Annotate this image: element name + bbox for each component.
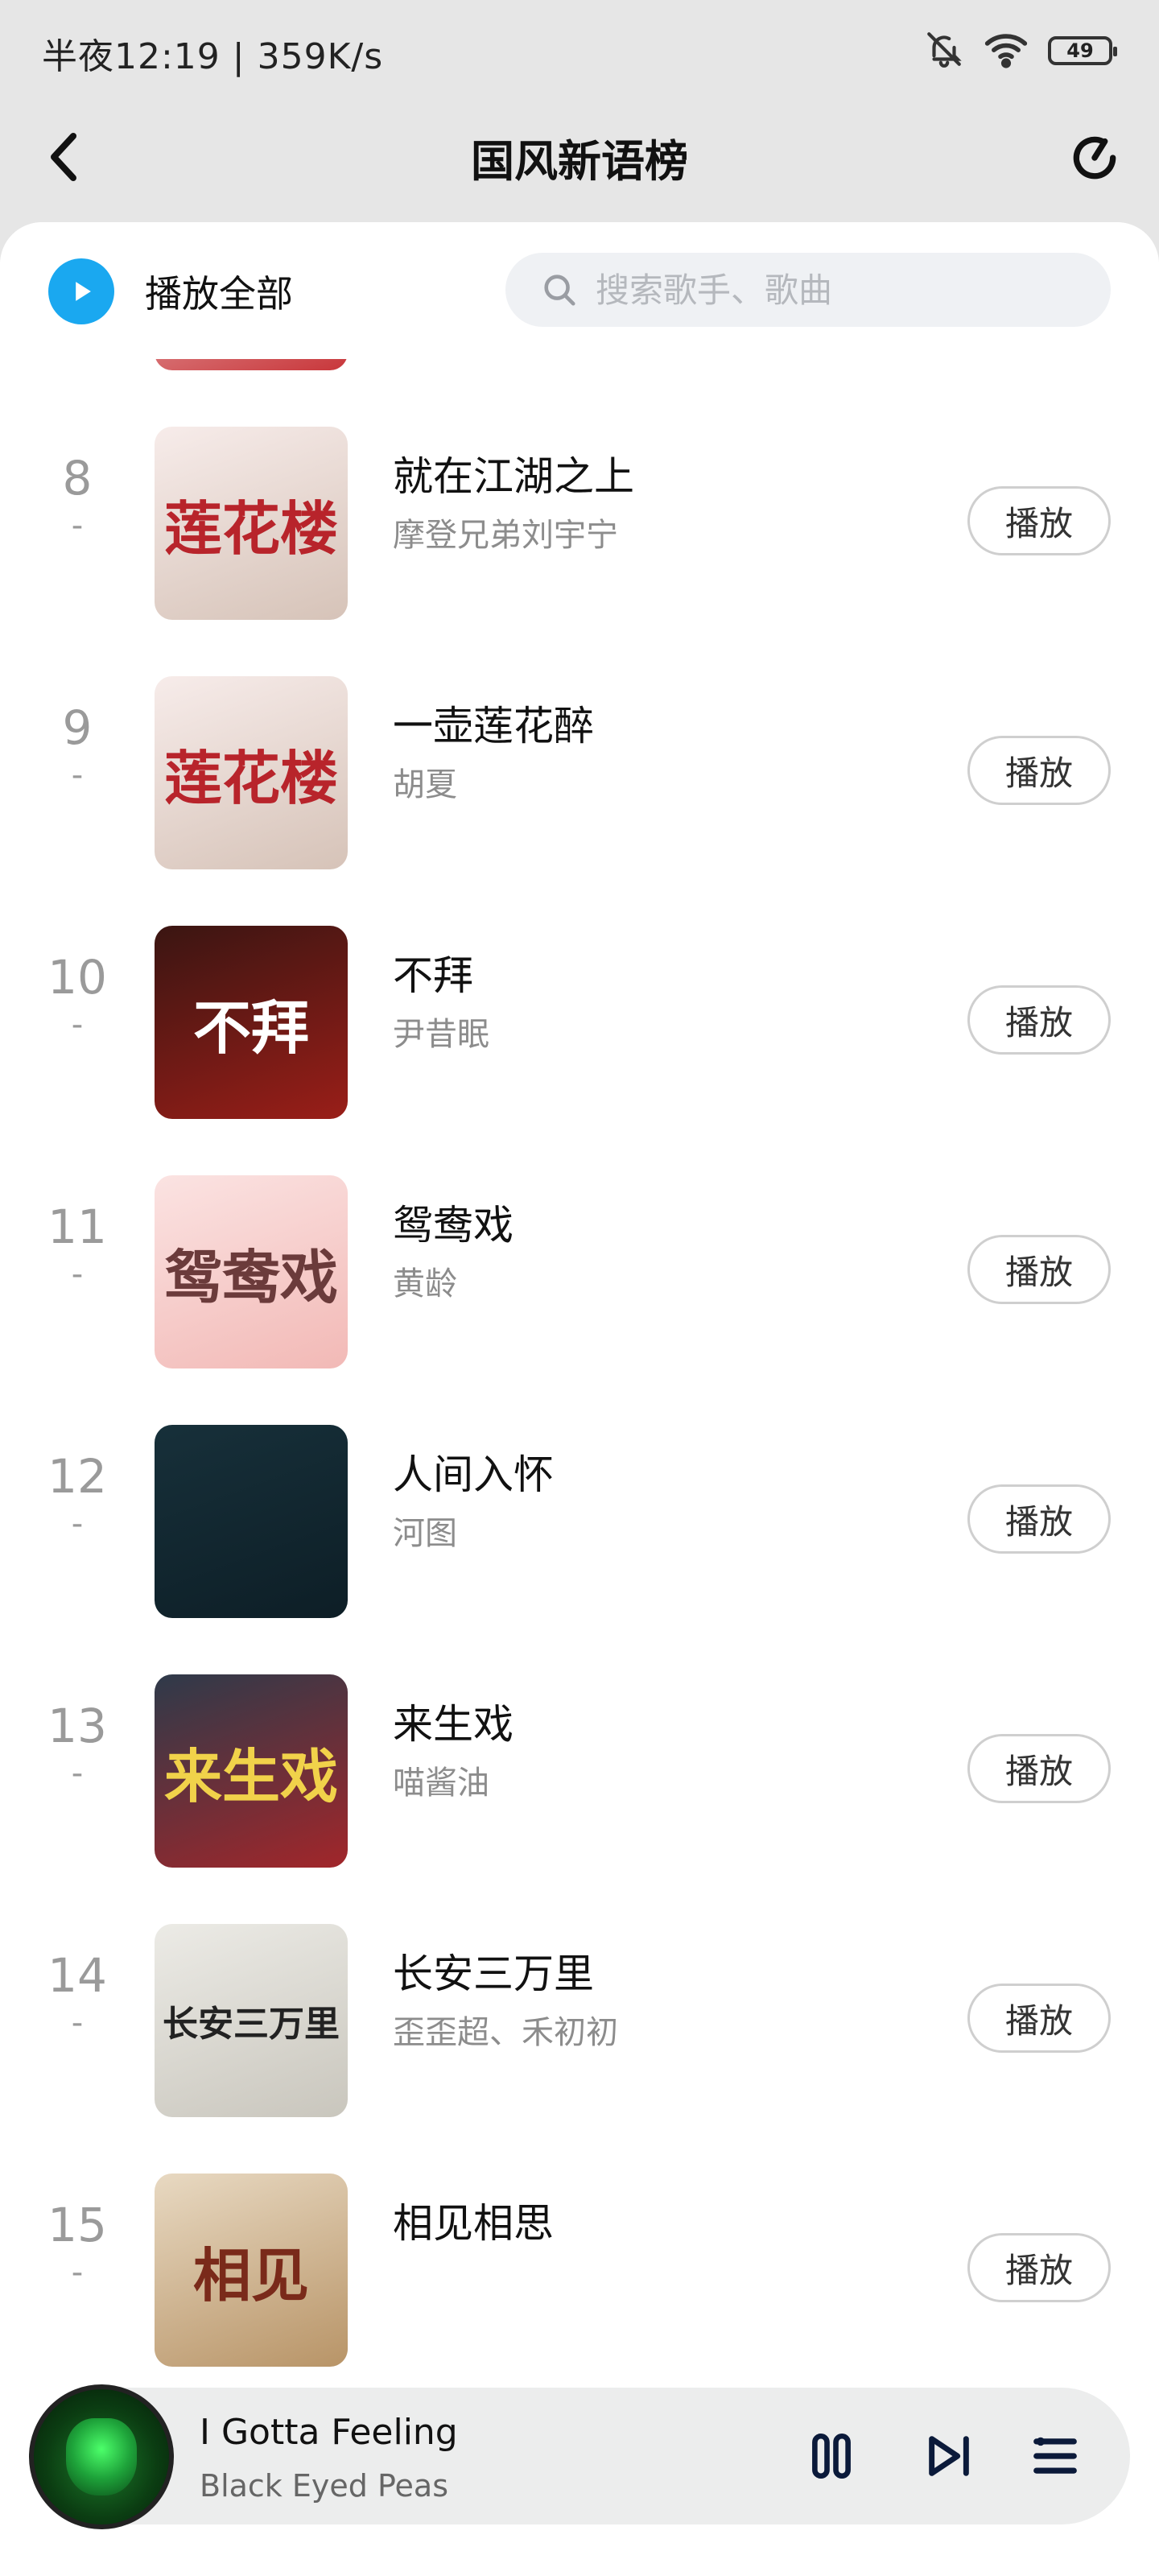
song-artist: 河图	[393, 1515, 457, 1552]
song-artist: 尹昔眠	[393, 1016, 489, 1053]
cover-art-text: 莲花楼	[163, 743, 338, 812]
song-row[interactable]: 13- 来生戏 来生戏 喵酱油 播放	[0, 1636, 1159, 1885]
album-cover[interactable]: 不拜	[155, 926, 348, 1119]
cover-art-figure	[66, 2418, 137, 2496]
rank-trend: -	[71, 1006, 84, 1043]
play-song-button[interactable]: 播放	[967, 985, 1111, 1055]
play-song-button[interactable]: 播放	[967, 1984, 1111, 2053]
rank-number: 14	[47, 1948, 107, 2003]
mute-bell-icon	[924, 29, 964, 72]
header: 国风新语榜	[0, 105, 1159, 209]
now-playing-cover[interactable]	[29, 2384, 174, 2529]
play-song-button[interactable]: 播放	[967, 2233, 1111, 2302]
album-cover[interactable]: 鸳鸯戏	[155, 1175, 348, 1368]
rank-trend: -	[71, 2254, 84, 2291]
playlist-queue-button[interactable]	[1019, 2420, 1091, 2492]
song-title: 相见相思	[393, 2200, 554, 2247]
refresh-button[interactable]	[1066, 129, 1124, 187]
page-title: 国风新语榜	[471, 136, 688, 187]
search-box[interactable]	[505, 253, 1111, 327]
next-track-button[interactable]	[913, 2420, 985, 2492]
song-title: 人间入怀	[393, 1451, 554, 1498]
album-cover[interactable]: 莲花楼	[155, 676, 348, 869]
cover-art-text: 长安三万里	[163, 2004, 340, 2045]
song-row[interactable]: 15- 相见 相见相思播放	[0, 2135, 1159, 2384]
album-cover[interactable]: 莲花楼	[155, 427, 348, 620]
cover-art-text: 来生戏	[163, 1741, 338, 1810]
list-toolbar: 播放全部	[0, 222, 1159, 359]
rank-trend: -	[71, 1256, 84, 1293]
song-row[interactable]: 9- 莲花楼 一壶莲花醉胡夏 播放	[0, 638, 1159, 887]
play-all-label: 播放全部	[145, 272, 293, 316]
song-artist: 黄龄	[393, 1265, 457, 1302]
song-artist: 喵酱油	[393, 1765, 489, 1802]
cover-art-text: 相见	[192, 2240, 309, 2310]
rank-number: 10	[47, 950, 107, 1005]
song-artist: 摩登兄弟刘宇宁	[393, 517, 618, 554]
rank-trend: -	[71, 757, 84, 794]
song-title: 长安三万里	[393, 1951, 594, 1997]
refresh-icon	[1073, 136, 1116, 180]
play-all-button[interactable]: 播放全部	[48, 258, 293, 324]
cover-art-text: 鸳鸯戏	[163, 1242, 338, 1311]
song-list: 7-字碑无字碑邓寓君(等什么君)播放8-莲花楼就在江湖之上摩登兄弟刘宇宁播放9-…	[0, 222, 1159, 2384]
wifi-icon	[984, 29, 1029, 72]
album-cover[interactable]	[155, 1425, 348, 1618]
song-row[interactable]: 11- 鸳鸯戏 鸳鸯戏 黄龄 播放	[0, 1137, 1159, 1386]
skip-next-icon	[929, 2436, 969, 2476]
album-cover[interactable]: 来生戏	[155, 1674, 348, 1868]
album-cover[interactable]: 相见	[155, 2174, 348, 2367]
play-circle-icon	[48, 258, 114, 324]
song-title: 不拜	[393, 952, 473, 999]
now-playing-title: I Gotta Feeling	[200, 2412, 458, 2453]
song-row[interactable]: 12- 人间入怀河图 播放	[0, 1386, 1159, 1636]
cover-art-text: 不拜	[192, 993, 309, 1062]
rank-number: 8	[62, 451, 93, 506]
status-icons: 49	[924, 29, 1117, 72]
pause-icon	[812, 2433, 851, 2479]
mini-player[interactable]: I Gotta Feeling Black Eyed Peas	[29, 2384, 1130, 2529]
song-row[interactable]: 14- 长安三万里 长安三万里 歪歪超、禾初初 播放	[0, 1885, 1159, 2135]
play-song-button[interactable]: 播放	[967, 1734, 1111, 1803]
rank-trend: -	[71, 2004, 84, 2041]
song-artist: 歪歪超、禾初初	[393, 2014, 618, 2051]
battery-icon: 49	[1048, 36, 1117, 65]
pause-button[interactable]	[795, 2420, 868, 2492]
album-cover[interactable]: 长安三万里	[155, 1924, 348, 2117]
cover-art-text	[155, 1425, 348, 1618]
rank-number: 13	[47, 1699, 107, 1753]
status-bar: 半夜12:19 | 359K/s 49	[0, 0, 1159, 101]
play-song-button[interactable]: 播放	[967, 486, 1111, 555]
rank-trend: -	[71, 1755, 84, 1792]
rank-number: 11	[47, 1199, 107, 1254]
song-title: 来生戏	[393, 1701, 514, 1748]
song-artist: 胡夏	[393, 766, 457, 803]
song-title: 鸳鸯戏	[393, 1202, 514, 1249]
search-icon	[539, 270, 580, 310]
queue-list-icon	[1033, 2437, 1077, 2474]
rank-number: 15	[47, 2198, 107, 2252]
now-playing-artist: Black Eyed Peas	[200, 2468, 448, 2504]
song-row[interactable]: 8- 莲花楼 就在江湖之上摩登兄弟刘宇宁 播放	[0, 388, 1159, 638]
rank-number: 12	[47, 1449, 107, 1504]
rank-trend: -	[71, 507, 84, 544]
play-song-button[interactable]: 播放	[967, 1484, 1111, 1554]
song-title: 一壶莲花醉	[393, 703, 594, 749]
search-input[interactable]	[594, 269, 1096, 311]
song-title: 就在江湖之上	[393, 453, 634, 500]
cover-art-text: 莲花楼	[163, 493, 338, 563]
rank-trend: -	[71, 1505, 84, 1542]
status-time: 半夜12:19 | 359K/s	[42, 36, 384, 77]
song-row[interactable]: 10- 不拜 不拜 尹昔眠 播放	[0, 887, 1159, 1137]
chart-sheet: 播放全部 7-字碑无字碑邓寓君(等什么君)播放8-莲花楼就在江湖之上摩登兄弟刘宇…	[0, 222, 1159, 2576]
play-song-button[interactable]: 播放	[967, 736, 1111, 805]
battery-level: 49	[1066, 39, 1094, 62]
play-song-button[interactable]: 播放	[967, 1235, 1111, 1304]
rank-number: 9	[62, 700, 93, 755]
